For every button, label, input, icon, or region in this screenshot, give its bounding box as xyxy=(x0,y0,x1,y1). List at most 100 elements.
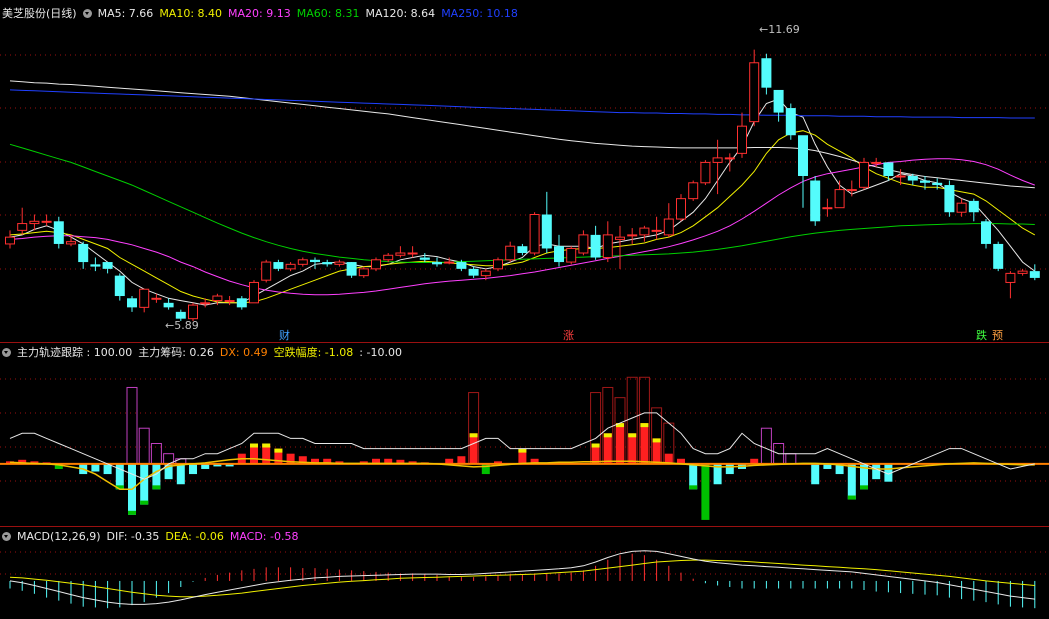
candle-body-down xyxy=(236,298,247,308)
mid-outline-bar xyxy=(785,453,797,465)
candle-body-down xyxy=(773,89,784,113)
kline-chart[interactable] xyxy=(0,0,1049,619)
candle-body-down xyxy=(163,302,174,308)
low-price-label: ←5.89 xyxy=(165,319,199,332)
candle-body-up xyxy=(200,302,211,305)
candle-body-down xyxy=(920,180,930,183)
candle-body-up xyxy=(444,261,455,264)
mid-hist-cap xyxy=(652,438,661,443)
candle-body-up xyxy=(578,234,589,254)
candle-body-up xyxy=(529,214,540,254)
mid-outline-bar xyxy=(126,386,138,465)
mid-hist-bar xyxy=(469,433,478,464)
mid-hist-cap xyxy=(128,510,136,515)
candle-body-up xyxy=(151,297,162,300)
mid-hist-bar xyxy=(872,463,881,480)
candle-body-up xyxy=(846,189,857,192)
candle-body-up xyxy=(395,252,406,256)
ma-line-ma250 xyxy=(9,89,1035,119)
candle-body-up xyxy=(737,125,747,154)
candle-body-up xyxy=(688,182,699,200)
candle-body-down xyxy=(798,135,808,176)
candle-body-down xyxy=(968,200,979,213)
mid-hist-bar xyxy=(847,463,856,500)
candle-body-up xyxy=(627,234,638,237)
candle-body-up xyxy=(615,236,625,240)
mid-hist-cap xyxy=(262,443,271,448)
mid-hist-cap xyxy=(250,443,258,448)
candle-body-down xyxy=(907,176,918,181)
candle-body-up xyxy=(188,304,198,320)
mid-hist-cap xyxy=(140,500,149,505)
mid-hist-bar xyxy=(811,463,820,485)
candle-body-down xyxy=(517,246,528,253)
mid-hist-cap xyxy=(152,485,161,490)
candle-body-up xyxy=(895,175,906,178)
candle-body-up xyxy=(371,259,381,270)
mid-hist-cap xyxy=(860,485,868,490)
candle-body-up xyxy=(407,252,418,255)
candle-body-up xyxy=(383,254,394,261)
mid-hist-bar xyxy=(176,463,185,485)
candle-body-down xyxy=(432,262,442,265)
mid-hist-cap xyxy=(689,485,698,490)
candle-body-up xyxy=(261,261,272,281)
ma-line-ma120 xyxy=(9,80,1035,189)
candle-body-up xyxy=(297,259,308,265)
candle-body-down xyxy=(175,311,186,319)
candle-body-down xyxy=(981,221,991,244)
mid-hist-bar xyxy=(628,433,637,464)
mid-hist-cap xyxy=(518,448,527,453)
candle-body-up xyxy=(663,218,674,236)
candle-body-down xyxy=(310,259,320,263)
candle-body-up xyxy=(639,227,650,236)
candle-body-down xyxy=(273,262,284,269)
event-marker-yu[interactable]: 预 xyxy=(991,330,1004,342)
candle-body-down xyxy=(468,268,479,276)
candle-body-up xyxy=(1005,272,1016,283)
candle-body-up xyxy=(249,281,259,304)
mid-hist-bar xyxy=(725,463,734,475)
candle-body-up xyxy=(480,270,491,277)
candle-body-up xyxy=(358,268,369,277)
candle-body-down xyxy=(322,262,333,265)
event-marker-zhang[interactable]: 涨 xyxy=(562,330,575,342)
candle-body-up xyxy=(956,202,967,213)
candle-body-up xyxy=(676,198,686,220)
mid-hist-cap xyxy=(274,448,283,453)
mid-hist-bar xyxy=(140,463,149,505)
event-marker-die[interactable]: 跌 xyxy=(975,330,988,342)
candle-body-up xyxy=(41,220,52,223)
candle-body-down xyxy=(114,275,125,297)
candle-body-up xyxy=(334,261,345,265)
candle-body-up xyxy=(285,263,296,270)
mid-hist-bar xyxy=(457,456,466,464)
mid-hist-cap xyxy=(847,495,856,500)
candle-body-up xyxy=(17,223,28,231)
candle-body-up xyxy=(724,157,735,160)
candle-body-down xyxy=(346,262,357,276)
candle-body-down xyxy=(1029,271,1040,278)
candle-body-up xyxy=(871,161,882,164)
candle-body-up xyxy=(602,234,613,259)
candle-body-up xyxy=(834,189,845,209)
mid-outline-bar xyxy=(150,443,162,465)
mid-hist-cap xyxy=(469,433,478,438)
candle-body-down xyxy=(90,264,101,267)
candle-body-up xyxy=(700,161,711,184)
candle-body-down xyxy=(590,234,601,258)
candle-body-up xyxy=(29,220,40,225)
mid-hist-bar xyxy=(616,423,624,464)
event-marker-cai[interactable]: 财 xyxy=(278,330,291,342)
candle-body-down xyxy=(883,162,894,176)
candle-body-down xyxy=(785,108,796,136)
candle-body-up xyxy=(566,247,577,263)
candle-body-down xyxy=(761,58,772,88)
candle-body-up xyxy=(212,295,223,302)
mid-hist-bar xyxy=(640,423,649,464)
candle-body-up xyxy=(749,62,760,123)
mid-hist-cap xyxy=(603,433,612,438)
candle-body-up xyxy=(66,241,76,245)
mid-outline-bar xyxy=(760,427,772,465)
mid-hist-bar xyxy=(481,463,490,475)
